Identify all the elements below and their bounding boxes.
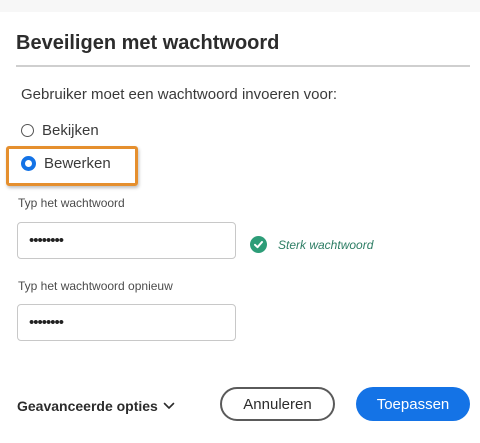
password-label: Typ het wachtwoord [18, 196, 125, 210]
password-dialog: Beveiligen met wachtwoord Gebruiker moet… [0, 0, 480, 443]
radio-option-view[interactable]: Bekijken [21, 122, 99, 139]
advanced-options-toggle[interactable]: Geavanceerde opties [17, 398, 175, 414]
title-divider [16, 65, 470, 67]
permission-prompt: Gebruiker moet een wachtwoord invoeren v… [21, 86, 337, 103]
dialog-title: Beveiligen met wachtwoord [16, 32, 280, 54]
confirm-password-label: Typ het wachtwoord opnieuw [18, 279, 173, 293]
advanced-options-label: Geavanceerde opties [17, 398, 158, 414]
apply-button[interactable]: Toepassen [356, 387, 470, 421]
radio-button-unchecked[interactable] [21, 124, 34, 137]
chevron-down-icon [163, 402, 175, 409]
password-strength-text: Sterk wachtwoord [278, 237, 374, 252]
password-input[interactable]: •••••••• [17, 222, 236, 259]
dialog-top-edge [0, 0, 480, 12]
password-strength: Sterk wachtwoord [250, 236, 373, 253]
checkmark-circle-icon [250, 236, 267, 253]
radio-option-edit-label: Bewerken [44, 155, 111, 172]
confirm-password-input[interactable]: •••••••• [17, 304, 236, 341]
radio-button-checked[interactable] [21, 156, 36, 171]
radio-option-view-label: Bekijken [42, 122, 99, 139]
radio-option-edit[interactable]: Bewerken [21, 155, 111, 172]
cancel-button[interactable]: Annuleren [220, 387, 335, 421]
